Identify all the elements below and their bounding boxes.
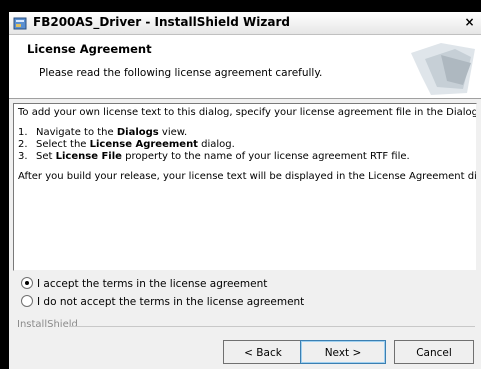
license-outro: After you build your release, your licen… (18, 171, 477, 182)
accept-option[interactable]: I accept the terms in the license agreem… (21, 277, 267, 291)
window-title: FB200AS_Driver - InstallShield Wizard (33, 15, 290, 29)
cancel-button[interactable]: Cancel (394, 340, 474, 364)
license-text-box[interactable]: To add your own license text to this dia… (13, 103, 477, 271)
installshield-brand: InstallShield (17, 319, 78, 330)
page-subtitle: Please read the following license agreem… (39, 67, 323, 79)
back-button[interactable]: < Back (223, 340, 303, 364)
list-item: 2. Select the License Agreement dialog. (18, 139, 235, 150)
installer-window: FB200AS_Driver - InstallShield Wizard × … (9, 12, 481, 369)
license-intro: To add your own license text to this dia… (18, 107, 477, 118)
wizard-header: License Agreement Please read the follow… (9, 35, 481, 99)
next-button[interactable]: Next > (300, 340, 386, 364)
divider (69, 326, 475, 327)
page-title: License Agreement (27, 42, 152, 56)
title-bar[interactable]: FB200AS_Driver - InstallShield Wizard × (9, 12, 481, 35)
list-item: 1. Navigate to the Dialogs view. (18, 127, 188, 138)
accept-label: I accept the terms in the license agreem… (37, 278, 268, 290)
decline-label: I do not accept the terms in the license… (37, 296, 305, 308)
close-icon[interactable]: × (462, 15, 477, 30)
decline-radio[interactable] (21, 295, 33, 307)
installer-app-icon (13, 17, 27, 30)
accept-radio[interactable] (21, 277, 33, 289)
license-steps: 1. Navigate to the Dialogs view. 2. Select… (18, 127, 474, 163)
header-decoration-graphic (411, 43, 475, 95)
decline-option[interactable]: I do not accept the terms in the license… (21, 295, 304, 309)
list-item: 3. Set License File property to the name … (18, 151, 410, 162)
